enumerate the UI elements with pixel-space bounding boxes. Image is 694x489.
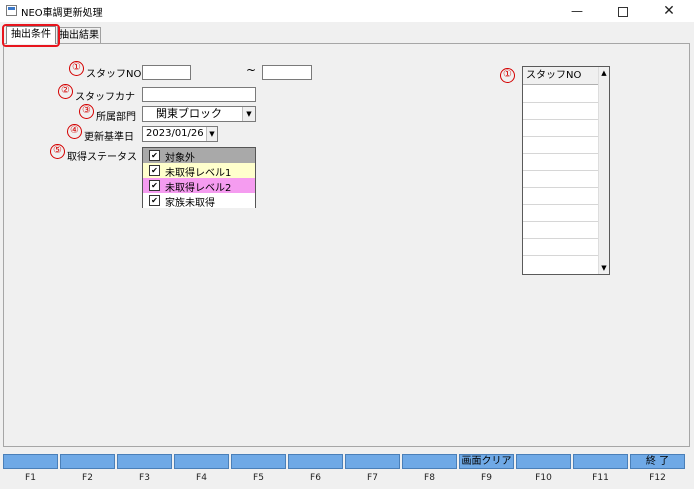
list-row-divider — [523, 170, 599, 171]
status-item-level1[interactable]: ✔ 未取得レベル1 — [143, 163, 255, 179]
department-value: 関東ブロック — [156, 107, 222, 120]
list-row-divider — [523, 119, 599, 120]
function-key-f8[interactable] — [402, 454, 457, 469]
staff-no-from-input[interactable] — [142, 65, 191, 80]
base-date-value: 2023/01/26 — [146, 128, 204, 139]
function-key-f7[interactable] — [345, 454, 400, 469]
function-key-label: F6 — [310, 473, 321, 483]
marker-5: ⑤ — [50, 144, 65, 159]
close-button[interactable]: ✕ — [646, 0, 692, 22]
status-item-label: 家族未取得 — [165, 198, 215, 209]
function-key-f10[interactable] — [516, 454, 571, 469]
function-key-f9[interactable]: 画面クリア — [459, 454, 514, 469]
tab-extraction-results[interactable]: 抽出結果 — [57, 27, 101, 43]
status-checklist: ✔ 対象外 ✔ 未取得レベル1 ✔ 未取得レベル2 ✔ 家族未取得 — [142, 147, 256, 209]
checkbox-checked-icon[interactable]: ✔ — [149, 180, 160, 191]
function-key-f11[interactable] — [573, 454, 628, 469]
checkbox-checked-icon[interactable]: ✔ — [149, 195, 160, 206]
scroll-up-icon[interactable]: ▲ — [599, 67, 609, 79]
function-key-label: F5 — [253, 473, 264, 483]
function-key-label: F4 — [196, 473, 207, 483]
chevron-down-icon[interactable]: ▼ — [242, 107, 255, 121]
minimize-button[interactable]: — — [554, 0, 600, 22]
marker-4: ④ — [67, 124, 82, 139]
status-item-family[interactable]: ✔ 家族未取得 — [143, 193, 255, 209]
list-header: スタッフNO — [523, 67, 599, 85]
function-key-label: F12 — [649, 473, 666, 483]
function-key-label: F11 — [592, 473, 609, 483]
list-row-divider — [523, 136, 599, 137]
title-bar: NEO車調更新処理 — ✕ — [0, 0, 694, 22]
checkbox-checked-icon[interactable]: ✔ — [149, 150, 160, 161]
list-row-divider — [523, 153, 599, 154]
department-select[interactable]: 関東ブロック ▼ — [142, 106, 256, 122]
function-key-f12[interactable]: 終 了 — [630, 454, 685, 469]
scroll-down-icon[interactable]: ▼ — [599, 262, 609, 274]
function-key-label: F9 — [481, 473, 492, 483]
function-key-f4[interactable] — [174, 454, 229, 469]
status-label: 取得ステータス — [67, 152, 137, 163]
staff-kana-label: スタッフカナ — [75, 92, 135, 103]
function-key-label: F10 — [535, 473, 552, 483]
list-row-divider — [523, 102, 599, 103]
status-item-excluded[interactable]: ✔ 対象外 — [143, 148, 255, 164]
status-item-level2[interactable]: ✔ 未取得レベル2 — [143, 178, 255, 194]
function-key-label: F2 — [82, 473, 93, 483]
calendar-dropdown-icon[interactable]: ▼ — [206, 127, 217, 141]
function-key-f5[interactable] — [231, 454, 286, 469]
status-item-label: 未取得レベル2 — [165, 183, 232, 194]
marker-1: ① — [69, 61, 84, 76]
app-icon — [6, 5, 17, 16]
list-row-divider — [523, 255, 599, 256]
list-row-divider — [523, 221, 599, 222]
list-scrollbar[interactable]: ▲ ▼ — [598, 67, 609, 274]
department-label: 所属部門 — [96, 112, 136, 123]
staff-kana-input[interactable] — [142, 87, 256, 102]
staff-no-list[interactable]: スタッフNO ▲ ▼ — [522, 66, 610, 275]
status-item-label: 未取得レベル1 — [165, 168, 232, 179]
list-row-divider — [523, 238, 599, 239]
base-date-label: 更新基準日 — [84, 132, 134, 143]
staff-no-label: スタッフNO — [86, 69, 142, 80]
window-title: NEO車調更新処理 — [21, 8, 103, 19]
function-key-label: F8 — [424, 473, 435, 483]
function-key-f3[interactable] — [117, 454, 172, 469]
staff-no-to-input[interactable] — [262, 65, 312, 80]
marker-2: ② — [58, 84, 73, 99]
marker-3: ③ — [79, 104, 94, 119]
range-separator: ~ — [246, 63, 257, 77]
function-key-f1[interactable] — [3, 454, 58, 469]
checkbox-checked-icon[interactable]: ✔ — [149, 165, 160, 176]
maximize-button[interactable] — [600, 0, 646, 22]
maximize-icon — [618, 6, 628, 17]
list-row-divider — [523, 187, 599, 188]
function-key-label: F3 — [139, 473, 150, 483]
function-key-label: F7 — [367, 473, 378, 483]
function-key-label: F1 — [25, 473, 36, 483]
marker-list-1: ① — [500, 68, 515, 83]
function-key-f6[interactable] — [288, 454, 343, 469]
tab-highlight-box — [2, 24, 60, 47]
list-row-divider — [523, 204, 599, 205]
function-key-f2[interactable] — [60, 454, 115, 469]
base-date-picker[interactable]: 2023/01/26 ▼ — [142, 126, 218, 142]
status-item-label: 対象外 — [165, 153, 195, 164]
